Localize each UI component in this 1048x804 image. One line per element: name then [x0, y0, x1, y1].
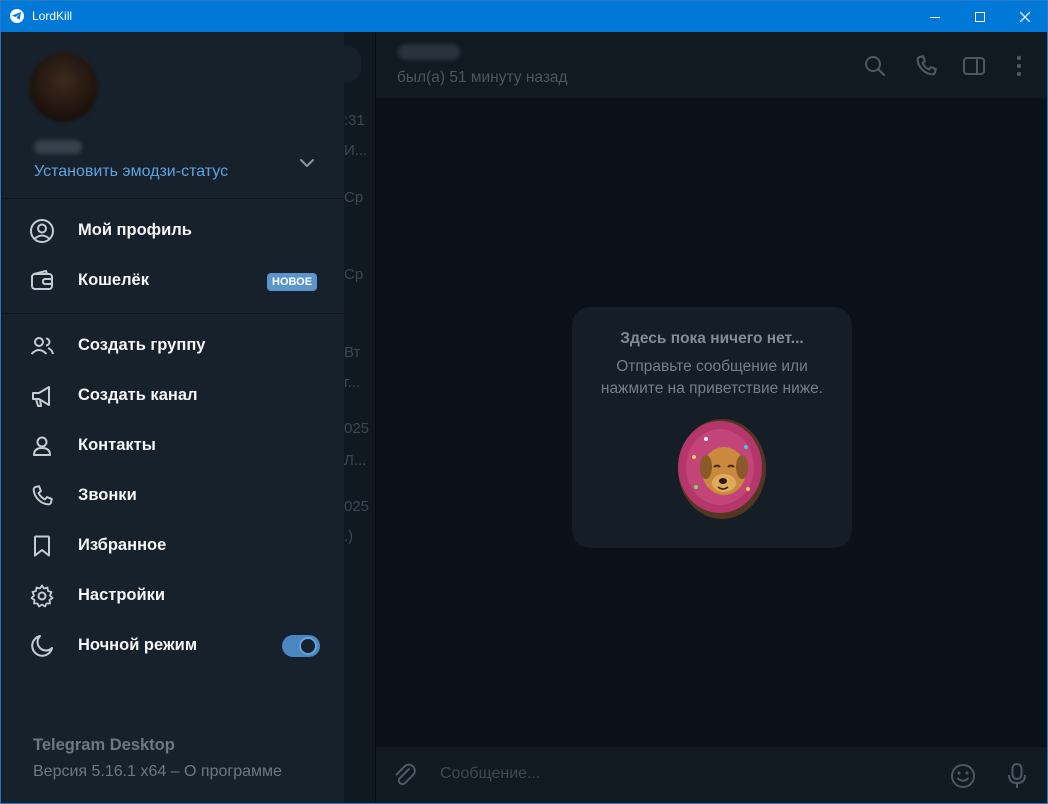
menu-item-contacts[interactable]: Контакты — [2, 421, 344, 471]
menu-item-settings[interactable]: Настройки — [2, 571, 344, 621]
maximize-button[interactable] — [957, 1, 1003, 32]
attach-icon[interactable] — [390, 761, 420, 791]
menu-item-label: Мой профиль — [78, 221, 192, 239]
empty-chat-hint: Отправьте сообщение или нажмите на приве… — [572, 356, 852, 400]
menu-separator — [2, 313, 344, 314]
sidebar-toggle-icon[interactable] — [961, 53, 987, 79]
menu-item-label: Создать канал — [78, 386, 198, 404]
gear-icon — [29, 583, 55, 609]
chat-list-peek-text: Ср — [344, 189, 364, 206]
empty-chat-card: Здесь пока ничего нет... Отправьте сообщ… — [572, 307, 852, 548]
menu-item-label: Создать группу — [78, 336, 206, 354]
profile-icon — [29, 218, 55, 244]
menu-item-label: Контакты — [78, 436, 156, 454]
chat-list-peek-text: 025 — [344, 498, 370, 515]
user-name-redacted — [34, 140, 82, 154]
menu-item-label: Ночной режим — [78, 636, 198, 654]
message-input[interactable]: Сообщение... — [440, 765, 540, 783]
microphone-icon[interactable] — [1002, 761, 1032, 791]
telegram-logo-icon — [10, 9, 24, 23]
menu-separator — [2, 198, 344, 199]
app-name: Telegram Desktop — [33, 736, 175, 754]
empty-chat-hint-line2: нажмите на приветствие ниже. — [600, 380, 824, 397]
close-button[interactable] — [1002, 1, 1047, 32]
chat-list-peek-text: 025 — [344, 420, 370, 437]
menu-item-night-mode[interactable]: Ночной режим — [2, 621, 344, 671]
search-icon[interactable] — [862, 53, 888, 79]
menu-item-calls[interactable]: Звонки — [2, 471, 344, 521]
title-bar: LordKill — [1, 1, 1047, 32]
bookmark-icon — [29, 533, 55, 559]
app-version-link[interactable]: Версия 5.16.1 x64 – О программе — [33, 763, 282, 781]
emoji-icon[interactable] — [948, 761, 978, 791]
telegram-window: LordKill :31 И... Ср Ср Вт г... 025 Л... 025.) б… — [0, 0, 1048, 804]
menu-item-create-group[interactable]: Создать группу — [2, 321, 344, 371]
chat-last-seen: был(а) 51 минуту назад — [397, 69, 568, 86]
call-icon[interactable] — [913, 53, 939, 79]
menu-item-label: Настройки — [78, 586, 166, 604]
phone-icon — [29, 483, 55, 509]
chat-name-redacted — [398, 44, 460, 60]
menu-item-wallet[interactable]: Кошелёк НОВОЕ — [2, 256, 344, 306]
menu-item-my-profile[interactable]: Мой профиль — [2, 206, 344, 256]
chat-header: был(а) 51 минуту назад — [376, 32, 1047, 99]
chat-list-peek-text: Л... — [344, 452, 367, 469]
group-icon — [29, 333, 55, 359]
chat-list-peek-text: Вт — [344, 344, 361, 361]
menu-item-create-channel[interactable]: Создать канал — [2, 371, 344, 421]
chat-body: Здесь пока ничего нет... Отправьте сообщ… — [376, 99, 1047, 747]
set-emoji-status-link[interactable]: Установить эмодзи-статус — [34, 163, 228, 181]
chat-list-peek-text: .) — [344, 528, 354, 545]
menu-item-saved-messages[interactable]: Избранное — [2, 521, 344, 571]
contact-icon — [29, 433, 55, 459]
chevron-down-icon[interactable] — [297, 153, 317, 173]
chat-list-peek-text: И... — [344, 142, 368, 159]
minimize-button[interactable] — [912, 1, 958, 32]
menu-item-label: Кошелёк — [78, 271, 149, 289]
message-composer: Сообщение... — [376, 747, 1047, 803]
menu-item-label: Избранное — [78, 536, 167, 554]
menu-item-label: Звонки — [78, 486, 137, 504]
wallet-icon — [29, 268, 55, 294]
window-title: LordKill — [32, 9, 73, 23]
main-menu-drawer: Установить эмодзи-статус Мой профиль Кош… — [2, 32, 344, 803]
new-badge: НОВОЕ — [267, 273, 318, 291]
empty-chat-title: Здесь пока ничего нет... — [620, 330, 804, 347]
empty-chat-hint-line1: Отправьте сообщение или — [616, 358, 808, 375]
avatar[interactable] — [29, 53, 98, 122]
megaphone-icon — [29, 383, 55, 409]
chat-list-peek-text: :31 — [344, 112, 365, 129]
moon-icon — [29, 633, 55, 659]
night-mode-toggle[interactable] — [282, 635, 320, 657]
toggle-knob — [299, 637, 317, 655]
chat-list-peek-text: Ср — [344, 266, 364, 283]
greeting-sticker[interactable] — [676, 417, 768, 521]
more-icon[interactable] — [1006, 53, 1032, 79]
chat-list-peek-text: г... — [344, 374, 361, 391]
